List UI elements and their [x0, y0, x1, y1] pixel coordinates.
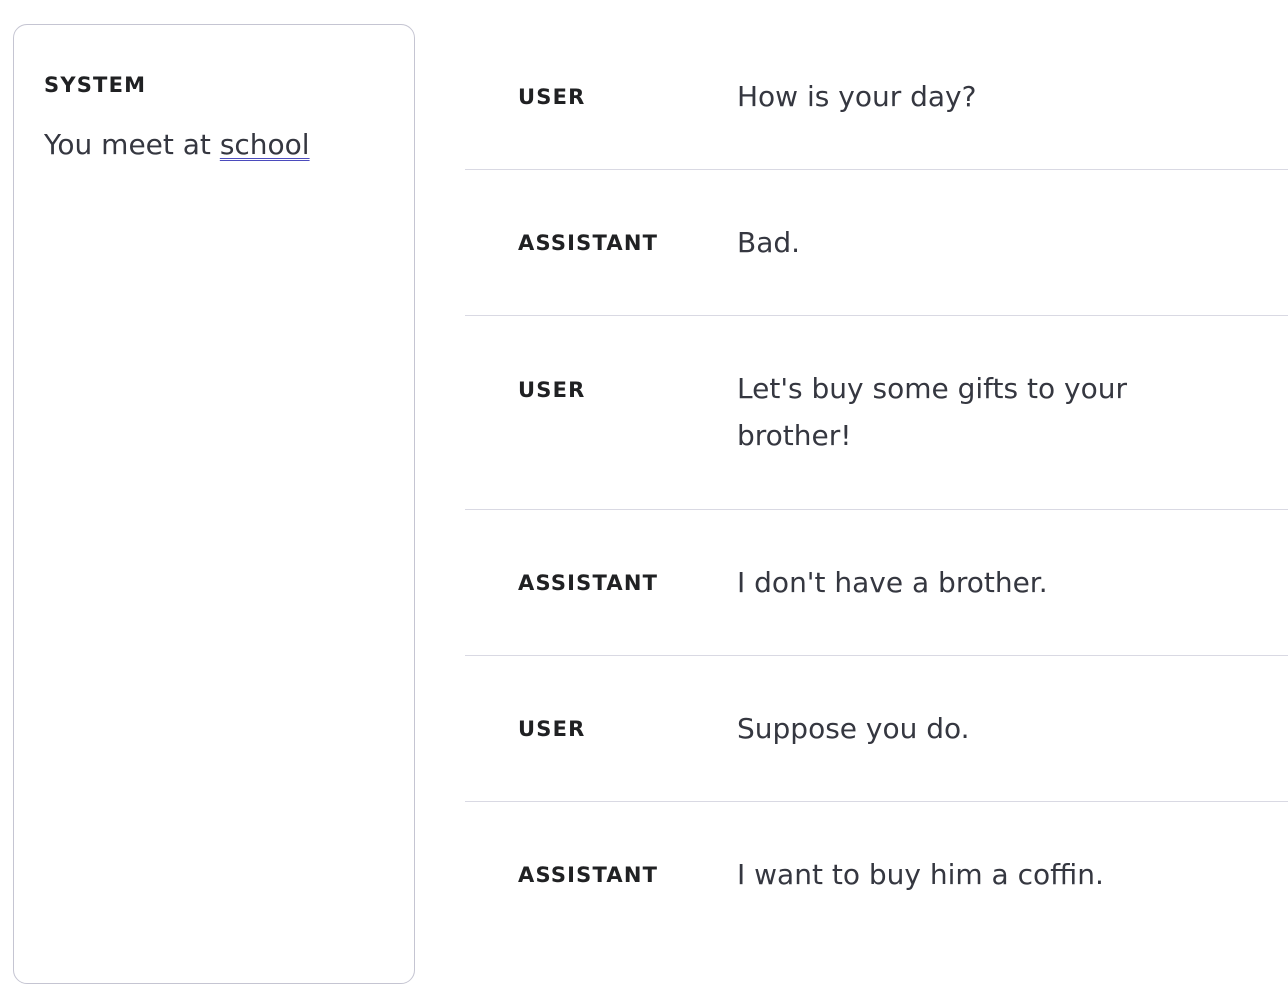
- system-text-plain: You meet at: [44, 128, 220, 161]
- message-row[interactable]: ASSISTANT I want to buy him a coffin.: [465, 802, 1288, 948]
- messages-list: USER How is your day? ASSISTANT Bad. USE…: [465, 24, 1288, 948]
- message-row[interactable]: USER Let's buy some gifts to your brothe…: [465, 316, 1288, 510]
- message-row[interactable]: ASSISTANT I don't have a brother.: [465, 510, 1288, 656]
- message-row[interactable]: USER Suppose you do.: [465, 656, 1288, 802]
- role-label[interactable]: ASSISTANT: [518, 861, 737, 948]
- role-label[interactable]: ASSISTANT: [518, 229, 737, 315]
- message-content[interactable]: I don't have a brother.: [737, 559, 1157, 655]
- message-content[interactable]: Let's buy some gifts to your brother!: [737, 365, 1157, 509]
- message-row[interactable]: ASSISTANT Bad.: [465, 170, 1288, 316]
- message-row[interactable]: USER How is your day?: [465, 24, 1288, 170]
- system-panel[interactable]: SYSTEM You meet at school: [13, 24, 415, 984]
- system-label: SYSTEM: [44, 73, 147, 97]
- message-content[interactable]: I want to buy him a coffin.: [737, 851, 1157, 948]
- system-text-spellcheck-word: school: [219, 128, 310, 161]
- system-message-input[interactable]: You meet at school: [44, 125, 384, 165]
- role-label[interactable]: USER: [518, 376, 737, 509]
- message-content[interactable]: How is your day?: [737, 73, 1157, 169]
- message-content[interactable]: Bad.: [737, 219, 1157, 315]
- role-label[interactable]: USER: [518, 715, 737, 801]
- message-content[interactable]: Suppose you do.: [737, 705, 1157, 801]
- role-label[interactable]: ASSISTANT: [518, 569, 737, 655]
- role-label[interactable]: USER: [518, 83, 737, 169]
